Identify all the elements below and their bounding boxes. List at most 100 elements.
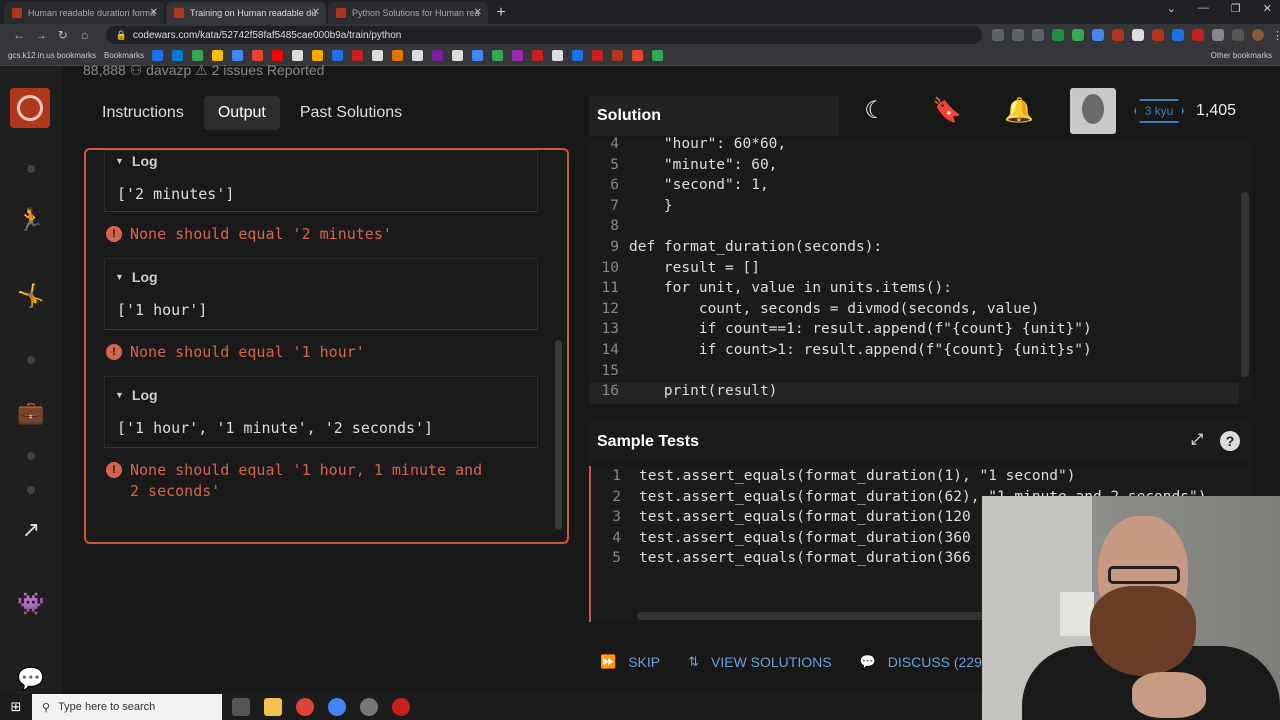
chrome-icon[interactable] [328,698,346,716]
back-icon[interactable]: ← [8,28,30,42]
rank-badge[interactable]: 3 kyu [1134,99,1184,123]
skip-icon: ⏩ [600,654,617,669]
file-explorer-icon[interactable] [264,698,282,716]
bookmark-icon[interactable] [372,50,384,61]
profile-icon[interactable] [1252,29,1264,41]
home-icon[interactable]: ⌂ [74,28,96,42]
task-view-icon[interactable] [232,698,250,716]
left-panel-tabs: Instructions Output Past Solutions [88,96,416,130]
extension-icon[interactable] [1112,29,1124,41]
bookmark-icon[interactable] [652,50,664,61]
bookmark-icon[interactable] [252,50,264,61]
avatar[interactable] [1070,88,1116,134]
extension-icon[interactable] [1172,29,1184,41]
close-window-icon[interactable]: ✕ [1263,2,1272,15]
bookmark-icon[interactable] [232,50,244,61]
sidebar-icon[interactable] [1232,29,1244,41]
bookmark-gcs[interactable]: gcs.k12.in.us bookmarks [8,51,96,60]
bookmark-icon[interactable] [332,50,344,61]
forward-icon[interactable]: → [30,28,52,42]
extension-icon[interactable] [1072,29,1084,41]
windows-start-icon[interactable]: ⊞ [0,699,32,715]
skip-button[interactable]: ⏩ SKIP [600,654,660,670]
output-scrollbar[interactable] [555,340,562,530]
codewars-logo[interactable] [10,88,50,128]
bookmark-icon[interactable] [312,50,324,61]
bookmark-icon[interactable] [472,50,484,61]
browser-tab-2[interactable]: Training on Human readable du ✕ [166,2,326,24]
bookmark-icon[interactable] [292,50,304,61]
practice-icon[interactable]: 🏃 [17,206,45,234]
discord-icon[interactable]: 👾 [17,590,45,618]
code-line: 10 result = [] [601,259,760,276]
browser-tab-3[interactable]: Python Solutions for Human rea ✕ [328,2,488,24]
other-bookmarks[interactable]: Other bookmarks [1211,51,1272,60]
bookmark-icon[interactable] [412,50,424,61]
new-tab-button[interactable]: + [490,2,512,24]
discuss-button[interactable]: 💬 DISCUSS (229) [860,654,987,670]
bookmark-icon[interactable] [392,50,404,61]
share-icon[interactable] [1012,29,1024,41]
log-header[interactable]: ▼ Log [105,267,537,287]
help-icon[interactable]: ? [1220,431,1240,451]
close-icon[interactable]: ✕ [312,7,320,18]
bookmark-icon[interactable] [212,50,224,61]
chat-icon[interactable]: 💬 [17,665,45,693]
star-icon[interactable] [1032,29,1044,41]
close-icon[interactable]: ✕ [474,7,482,18]
extension-icon[interactable] [1132,29,1144,41]
editor-scrollbar[interactable] [1241,192,1249,377]
solution-editor[interactable]: 4 "hour": 60*60, 5 "minute": 60, 6 "seco… [589,136,1252,404]
reload-icon[interactable]: ↻ [52,28,74,42]
obs-icon[interactable] [392,698,410,716]
extension-icon[interactable] [1152,29,1164,41]
bookmark-icon[interactable] [152,50,164,61]
training-icon[interactable]: 🤸 [17,282,45,310]
puzzle-icon[interactable] [1212,29,1224,41]
bookmark-icon[interactable] [492,50,504,61]
bookmark-star-icon[interactable]: 🔖 [932,96,962,126]
bookmark-icon[interactable] [192,50,204,61]
tab-instructions[interactable]: Instructions [88,96,198,130]
zoom-icon[interactable] [992,29,1004,41]
url-input[interactable]: 🔒 codewars.com/kata/52742f58faf5485cae00… [105,26,982,44]
test-error: ! None should equal '1 hour, 1 minute an… [106,460,546,502]
more-icon[interactable]: ⋮ [1272,29,1280,42]
chevron-down-icon[interactable]: ⌄ [1167,2,1176,15]
briefcase-icon[interactable]: 💼 [17,399,45,427]
bookmark-icon[interactable] [272,50,284,61]
close-icon[interactable]: ✕ [150,7,158,18]
minimize-icon[interactable]: — [1198,2,1209,15]
extension-icon[interactable] [1192,29,1204,41]
bookmark-icon[interactable] [592,50,604,61]
bookmark-icon[interactable] [352,50,364,61]
honor-score: 1,405 [1196,102,1237,119]
log-header[interactable]: ▼ Log [105,151,537,171]
browser-tab-1[interactable]: Human readable duration forma ✕ [4,2,164,24]
restore-icon[interactable]: ❐ [1231,2,1241,15]
log-header[interactable]: ▼ Log [105,385,537,405]
bookmark-icon[interactable] [512,50,524,61]
bell-icon[interactable]: 🔔 [1004,96,1034,126]
bookmark-icon[interactable] [632,50,644,61]
bookmark-icons [152,50,664,61]
tab-output[interactable]: Output [203,96,280,130]
bookmark-icon[interactable] [612,50,624,61]
extension-icon[interactable] [1092,29,1104,41]
bookmark-folder[interactable]: Bookmarks [104,51,144,60]
trending-icon[interactable]: ↗ [17,516,45,544]
moon-icon[interactable]: ☾ [860,96,890,126]
bookmark-icon[interactable] [572,50,584,61]
bookmark-icon[interactable] [552,50,564,61]
view-solutions-button[interactable]: ⇅ VIEW SOLUTIONS [688,654,831,670]
settings-icon[interactable] [360,698,378,716]
bookmark-icon[interactable] [532,50,544,61]
bookmark-icon[interactable] [432,50,444,61]
bookmark-icon[interactable] [452,50,464,61]
expand-icon[interactable]: ⤢ [1188,431,1206,449]
bookmark-icon[interactable] [172,50,184,61]
taskbar-search-input[interactable]: ⚲ Type here to search [32,694,222,720]
tab-past-solutions[interactable]: Past Solutions [286,96,416,130]
extension-icon[interactable] [1052,29,1064,41]
chrome-icon[interactable] [296,698,314,716]
